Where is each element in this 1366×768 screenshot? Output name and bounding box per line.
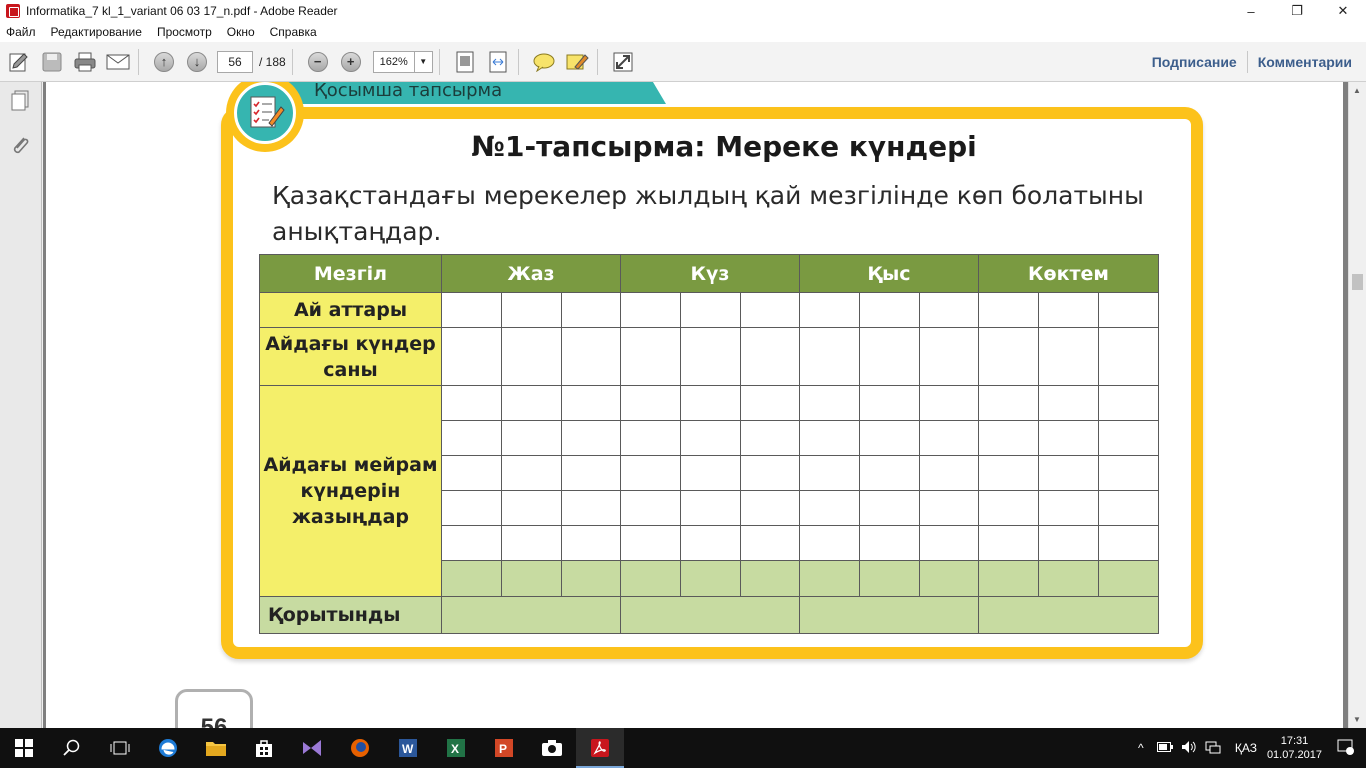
row-label-days: Айдағы күндер саны bbox=[259, 327, 442, 386]
page-thumbnails-icon[interactable] bbox=[10, 90, 30, 112]
table-row: Айдағы күндер саны bbox=[259, 327, 1159, 386]
scroll-down-icon[interactable]: ▼ bbox=[1353, 715, 1361, 724]
header-summer: Жаз bbox=[441, 254, 621, 293]
adobe-reader-icon bbox=[6, 4, 20, 18]
edge-icon[interactable] bbox=[144, 728, 192, 768]
attachments-icon[interactable] bbox=[10, 134, 30, 156]
table-row: Ай аттары bbox=[259, 292, 1159, 328]
search-icon[interactable] bbox=[48, 728, 96, 768]
fit-page-icon[interactable] bbox=[451, 48, 479, 76]
full-screen-icon[interactable] bbox=[609, 48, 637, 76]
link-separator bbox=[1246, 51, 1248, 73]
task-view-icon[interactable] bbox=[96, 728, 144, 768]
header-autumn: Күз bbox=[620, 254, 800, 293]
system-tray: ^ ҚАЗ 17:31 01.07.2017 bbox=[1129, 728, 1366, 768]
row-label-total: Қорытынды bbox=[259, 596, 442, 634]
previous-page-icon[interactable]: ↑ bbox=[150, 48, 178, 76]
visual-studio-icon[interactable] bbox=[288, 728, 336, 768]
title-bar: Informatika_7 kl_1_variant 06 03 17_n.pd… bbox=[0, 0, 1366, 22]
notifications-icon[interactable] bbox=[1334, 739, 1358, 758]
table-row: Қорытынды bbox=[259, 596, 1159, 634]
chevron-up-icon[interactable]: ^ bbox=[1131, 741, 1151, 755]
save-icon[interactable] bbox=[38, 48, 66, 76]
page-total: / 188 bbox=[259, 54, 286, 69]
word-icon[interactable]: W bbox=[384, 728, 432, 768]
clock-date: 01.07.2017 bbox=[1266, 749, 1322, 761]
toolbar-separator bbox=[438, 48, 440, 75]
fit-width-icon[interactable] bbox=[484, 48, 512, 76]
toolbar-separator bbox=[291, 48, 293, 75]
camera-icon[interactable] bbox=[528, 728, 576, 768]
navigation-panel bbox=[0, 82, 42, 728]
header-season: Мезгіл bbox=[259, 254, 442, 293]
file-explorer-icon[interactable] bbox=[192, 728, 240, 768]
clock[interactable]: 17:31 01.07.2017 bbox=[1267, 734, 1322, 762]
toolbar-separator bbox=[596, 48, 598, 75]
menu-view[interactable]: Просмотр bbox=[157, 25, 212, 39]
toolbar-separator bbox=[138, 48, 139, 75]
right-panel-links: Подписание Комментарии bbox=[1152, 42, 1352, 82]
menu-help[interactable]: Справка bbox=[270, 25, 317, 39]
network-icon[interactable] bbox=[1203, 740, 1223, 757]
toolbar: ↑ ↓ 56 / 188 − + 162% ▼ Подписание Комме… bbox=[0, 42, 1366, 82]
next-page-icon[interactable]: ↓ bbox=[183, 48, 211, 76]
minimize-button[interactable]: – bbox=[1228, 0, 1274, 22]
svg-text:W: W bbox=[402, 742, 414, 756]
menu-file[interactable]: Файл bbox=[6, 25, 36, 39]
task-title: №1-тапсырма: Мереке күндері bbox=[471, 130, 977, 163]
sign-link[interactable]: Подписание bbox=[1152, 54, 1237, 70]
zoom-dropdown-icon[interactable]: ▼ bbox=[414, 50, 433, 73]
vertical-scrollbar[interactable]: ▲ ▼ bbox=[1348, 82, 1366, 728]
input-language[interactable]: ҚАЗ bbox=[1235, 741, 1257, 755]
menu-bar: Файл Редактирование Просмотр Окно Справк… bbox=[0, 22, 1366, 42]
table-row: Айдағы мейрам күндерін жазыңдар bbox=[259, 385, 1159, 597]
row-label-months: Ай аттары bbox=[259, 292, 442, 328]
menu-window[interactable]: Окно bbox=[227, 25, 255, 39]
highlight-icon[interactable] bbox=[563, 48, 591, 76]
scroll-thumb[interactable] bbox=[1352, 274, 1363, 290]
email-icon[interactable] bbox=[104, 48, 132, 76]
svg-text:X: X bbox=[451, 742, 459, 756]
restore-button[interactable]: ❐ bbox=[1274, 0, 1320, 22]
section-banner-text: Қосымша тапсырма bbox=[314, 82, 503, 101]
close-button[interactable]: ✕ bbox=[1320, 0, 1366, 22]
window-title: Informatika_7 kl_1_variant 06 03 17_n.pd… bbox=[26, 4, 338, 18]
comments-link[interactable]: Комментарии bbox=[1258, 54, 1352, 70]
zoom-out-icon[interactable]: − bbox=[304, 48, 332, 76]
menu-edit[interactable]: Редактирование bbox=[51, 25, 142, 39]
page-number-input[interactable]: 56 bbox=[217, 50, 253, 73]
volume-icon[interactable] bbox=[1179, 740, 1199, 757]
zoom-input[interactable]: 162% bbox=[372, 50, 415, 73]
excel-icon[interactable]: X bbox=[432, 728, 480, 768]
create-pdf-icon[interactable] bbox=[5, 48, 33, 76]
comment-icon[interactable] bbox=[530, 48, 558, 76]
page-number-badge: 56 bbox=[175, 689, 253, 728]
print-icon[interactable] bbox=[71, 48, 99, 76]
adobe-reader-taskbar-icon[interactable] bbox=[576, 728, 624, 768]
toolbar-separator bbox=[517, 48, 519, 75]
battery-icon[interactable] bbox=[1155, 741, 1175, 755]
scroll-up-icon[interactable]: ▲ bbox=[1353, 86, 1361, 95]
document-view[interactable]: Қосымша тапсырма №1-тапсырма: Мереке күн… bbox=[43, 82, 1348, 728]
powerpoint-icon[interactable]: P bbox=[480, 728, 528, 768]
taskbar: W X P ^ ҚАЗ 17:31 01.07.2017 bbox=[0, 728, 1366, 768]
start-windows-icon[interactable] bbox=[0, 728, 48, 768]
zoom-in-icon[interactable]: + bbox=[337, 48, 365, 76]
header-spring: Көктем bbox=[978, 254, 1159, 293]
clock-time: 17:31 bbox=[1280, 735, 1309, 747]
store-icon[interactable] bbox=[240, 728, 288, 768]
header-winter: Қыс bbox=[799, 254, 979, 293]
holidays-table: Мезгіл Жаз Күз Қыс Көктем Ай аттары Айда… bbox=[259, 254, 1159, 634]
task-text: Қазақстандағы мерекелер жылдың қай мезгі… bbox=[272, 181, 1144, 246]
row-label-holidays: Айдағы мейрам күндерін жазыңдар bbox=[259, 385, 442, 597]
svg-text:P: P bbox=[499, 742, 507, 756]
firefox-icon[interactable] bbox=[336, 728, 384, 768]
pdf-page: Қосымша тапсырма №1-тапсырма: Мереке күн… bbox=[46, 82, 1343, 728]
